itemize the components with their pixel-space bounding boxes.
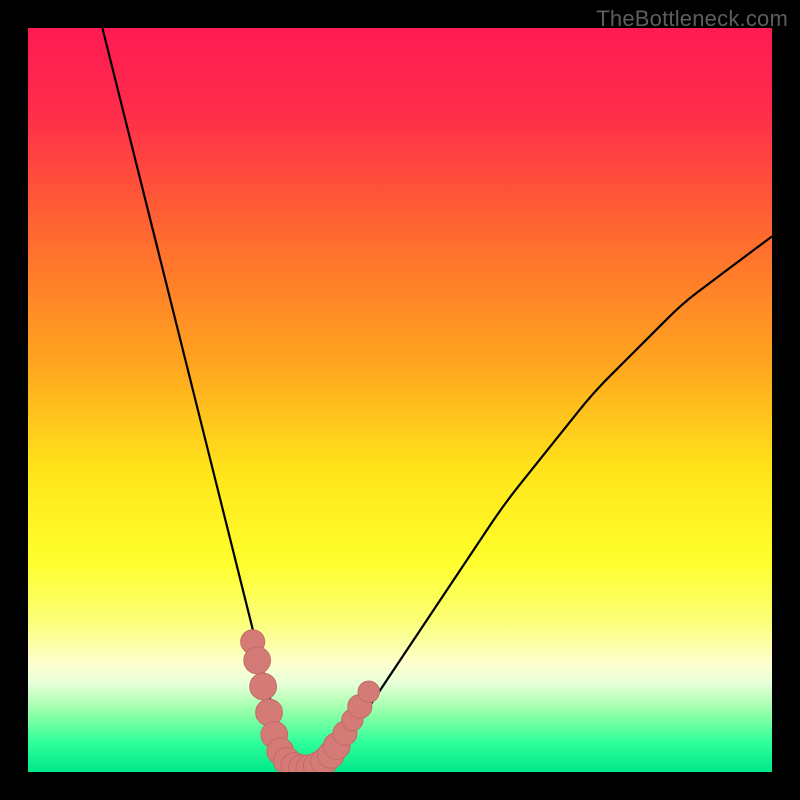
chart-svg xyxy=(28,28,772,772)
outer-frame: TheBottleneck.com xyxy=(0,0,800,800)
marker-dot xyxy=(244,647,271,674)
marker-dot xyxy=(250,673,277,700)
plot-area xyxy=(28,28,772,772)
marker-dot xyxy=(358,681,379,702)
